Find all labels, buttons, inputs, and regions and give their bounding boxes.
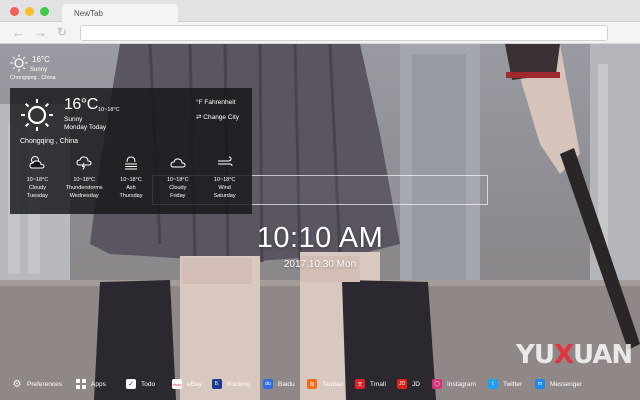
booking-link[interactable]: B. Booking <box>212 378 251 390</box>
baidu-link[interactable]: du Baidu <box>263 378 295 390</box>
forecast-weekday: Thursday <box>119 193 143 199</box>
forecast-weekday: Wednesday <box>69 193 99 199</box>
address-bar[interactable] <box>80 25 608 41</box>
grid-icon <box>76 379 86 389</box>
thunderstorm-icon <box>76 156 92 170</box>
change-city-button[interactable]: ⇄ Change City <box>196 113 239 121</box>
fahrenheit-toggle[interactable]: °F Fahrenheit <box>196 99 235 106</box>
current-day: Monday Today <box>64 124 107 131</box>
forecast-day: 10~18°C Cloudy Tuesday <box>14 154 61 200</box>
cloudy-sun-icon <box>29 156 45 169</box>
forecast-condition: Wind <box>218 185 231 191</box>
baidu-icon: du <box>263 379 273 389</box>
mini-city: Chongqing , China <box>10 75 56 81</box>
reload-icon[interactable]: ↻ <box>57 26 67 39</box>
bottom-bar-label: Taobao <box>322 380 344 388</box>
gear-icon: ⚙ <box>12 378 22 390</box>
mini-condition: Sunny <box>30 67 48 73</box>
forecast-day: 10~18°C Wind Saturday <box>201 154 248 200</box>
forecast-range: 10~18°C <box>73 177 95 183</box>
twitter-icon: t <box>488 379 498 389</box>
forecast-weekday: Friday <box>170 193 186 199</box>
forecast-range: 10~18°C <box>120 177 142 183</box>
ebay-link[interactable]: ebay eBay <box>172 378 202 390</box>
bottom-bar-label: Tmall <box>370 380 386 388</box>
messenger-icon: m <box>535 379 545 389</box>
bottom-bar-label: JD <box>412 380 420 388</box>
forecast-condition: Cloudy <box>169 185 187 191</box>
forecast-day: 10~18°C Ash Thursday <box>108 154 155 200</box>
forecast-condition: Ash <box>126 185 136 191</box>
taobao-link[interactable]: 淘 Taobao <box>307 378 343 390</box>
weather-panel: 16°C 10~18°C Sunny Monday Today °F Fahre… <box>10 88 252 214</box>
browser-tab[interactable]: NewTab <box>62 4 178 22</box>
change-city-label: Change City <box>203 114 240 121</box>
forecast-condition: Thunderstorms <box>65 185 103 191</box>
forecast-list: 10~18°C Cloudy Tuesday 10~18°C Thunderst… <box>14 154 248 200</box>
preferences-button[interactable]: ⚙ Preferences <box>12 378 63 390</box>
bottom-bar-label: Messenger <box>550 380 583 388</box>
bottom-bar: ⚙ Preferences Apps ✓ Todo ebay eBay B. B… <box>0 372 640 394</box>
jd-link[interactable]: JD JD <box>397 378 420 390</box>
cloud-icon <box>170 158 186 168</box>
forecast-range: 10~18°C <box>166 177 189 183</box>
todo-button[interactable]: ✓ Todo <box>126 378 155 390</box>
twitter-link[interactable]: t Twitter <box>488 378 522 390</box>
wind-icon <box>217 156 233 167</box>
tab-title: NewTab <box>74 9 103 18</box>
maximize-window-button[interactable] <box>40 7 49 16</box>
minimize-window-button[interactable] <box>25 7 34 16</box>
mini-temperature: 16°C <box>32 55 50 64</box>
taobao-icon: 淘 <box>307 379 317 389</box>
yuxuan-logo: YUXUAN <box>516 340 633 370</box>
bottom-bar-label: Twitter <box>503 380 523 388</box>
temperature-range: 10~18°C <box>98 107 120 113</box>
forecast-weekday: Tuesday <box>26 193 48 199</box>
back-icon[interactable]: ← <box>12 26 25 39</box>
instagram-link[interactable]: ◯ Instagram <box>432 378 476 390</box>
jd-icon: JD <box>397 379 407 389</box>
sun-icon <box>10 54 28 72</box>
bottom-bar-label: eBay <box>187 380 202 388</box>
ebay-icon: ebay <box>172 379 182 389</box>
bottom-bar-label: Instagram <box>447 380 476 388</box>
ash-icon <box>124 156 137 170</box>
forecast-day: 10~18°C Cloudy Friday <box>154 154 201 200</box>
forecast-day: 10~18°C Thunderstorms Wednesday <box>61 154 108 200</box>
checkbox-icon: ✓ <box>126 379 136 389</box>
instagram-icon: ◯ <box>432 379 442 389</box>
close-window-button[interactable] <box>10 7 19 16</box>
current-temperature: 16°C <box>64 96 98 113</box>
bottom-bar-label: Todo <box>141 380 156 388</box>
clock-date: 2017.10.30 Mon <box>283 259 357 270</box>
apps-button[interactable]: Apps <box>76 378 106 390</box>
bottom-bar-label: Preferences <box>27 380 63 388</box>
bottom-bar-label: Booking <box>227 380 251 388</box>
fahrenheit-label: Fahrenheit <box>204 99 236 106</box>
forecast-range: 10~18°C <box>26 177 49 183</box>
forecast-weekday: Saturday <box>213 193 236 199</box>
forecast-condition: Cloudy <box>28 185 46 191</box>
window-titlebar: NewTab <box>0 0 640 22</box>
bottom-bar-label: Apps <box>91 380 106 388</box>
clock-time: 10:10 AM <box>256 222 384 254</box>
browser-toolbar: ← → ↻ <box>0 22 640 44</box>
tmall-icon: 天 <box>355 379 365 389</box>
weather-city: Chongqing , China <box>20 138 78 145</box>
bottom-bar-label: Baidu <box>278 380 295 388</box>
tmall-link[interactable]: 天 Tmall <box>355 378 386 390</box>
forecast-range: 10~18°C <box>213 177 236 183</box>
forward-icon[interactable]: → <box>34 26 47 39</box>
sun-icon <box>21 99 53 131</box>
booking-icon: B. <box>212 379 222 389</box>
current-condition: Sunny <box>64 116 83 123</box>
messenger-link[interactable]: m Messenger <box>535 378 582 390</box>
